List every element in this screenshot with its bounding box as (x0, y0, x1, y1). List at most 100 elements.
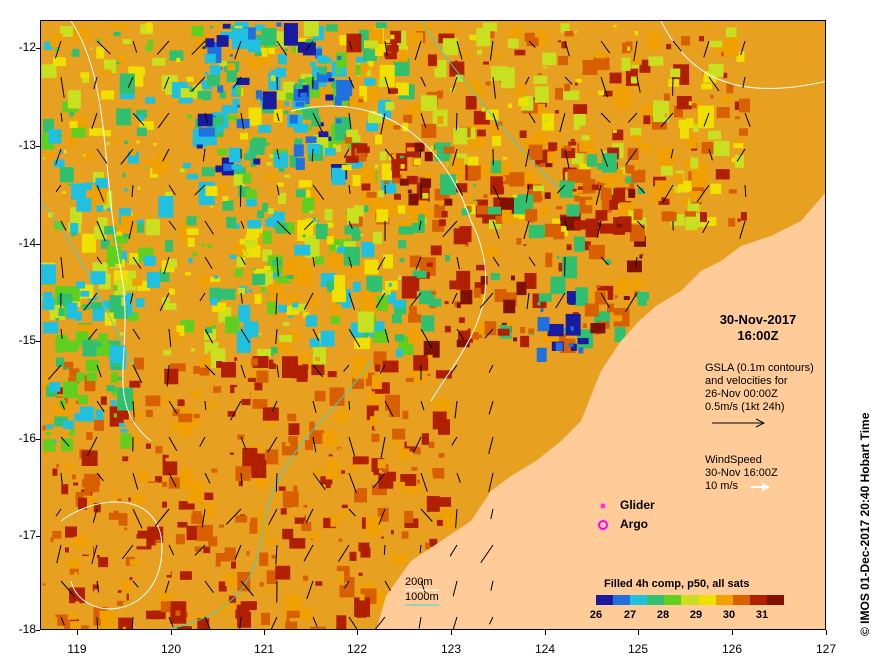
sst-pixel-patch (147, 272, 161, 288)
sst-pixel-patch (701, 83, 713, 90)
sst-pixel-patch (574, 220, 588, 230)
sst-pixel-patch (86, 372, 97, 381)
sst-pixel-patch (352, 456, 369, 465)
colorbar-tick-27: 27 (623, 609, 637, 621)
sst-pixel-patch (185, 373, 200, 387)
sst-pixel-patch (187, 114, 193, 119)
sst-pixel-patch (314, 256, 324, 265)
sst-pixel-patch (287, 294, 298, 303)
sst-pixel-patch (630, 127, 642, 136)
lat-tick-mark (36, 341, 40, 342)
sst-pixel-patch (146, 453, 163, 476)
glider-label: Glider (620, 498, 655, 512)
sst-pixel-patch (379, 469, 383, 473)
sst-pixel-patch (382, 254, 393, 269)
sst-pixel-patch (336, 118, 342, 124)
map-datetime: 30-Nov-2017 16:00Z (710, 312, 806, 344)
sst-pixel-patch (556, 255, 560, 259)
sst-pixel-patch (43, 439, 56, 452)
sst-pixel-patch (540, 308, 544, 312)
sst-pixel-patch (125, 600, 130, 605)
sst-pixel-patch (227, 627, 233, 629)
sst-pixel-patch (516, 281, 527, 296)
sst-map[interactable] (40, 20, 826, 630)
sst-pixel-patch (82, 479, 96, 488)
sst-pixel-patch (166, 442, 170, 447)
sst-pixel-patch (678, 119, 694, 129)
sst-pixel-patch (325, 94, 334, 101)
sst-pixel-patch (136, 140, 140, 144)
sst-pixel-patch (49, 33, 63, 47)
sst-pixel-patch (392, 428, 406, 440)
sst-pixel-patch (502, 157, 508, 160)
sst-pixel-patch (586, 154, 597, 167)
sst-pixel-patch (112, 139, 121, 144)
sst-pixel-patch (236, 604, 242, 612)
sst-pixel-patch (270, 75, 276, 82)
sst-pixel-patch (525, 209, 538, 222)
sst-pixel-patch (63, 149, 67, 154)
sst-pixel-patch (163, 349, 172, 356)
sst-pixel-patch (96, 46, 105, 59)
sst-pixel-patch (608, 276, 612, 281)
sst-pixel-patch (280, 508, 287, 515)
sst-pixel-patch (421, 123, 437, 138)
sst-pixel-patch (286, 610, 300, 619)
colorbar-cell (681, 595, 700, 605)
sst-pixel-patch (564, 83, 571, 92)
sst-pixel-patch (343, 241, 356, 248)
sst-pixel-patch (422, 193, 429, 199)
lon-tick-label: 119 (67, 642, 87, 656)
sst-pixel-patch (293, 123, 308, 133)
sst-pixel-patch (439, 202, 444, 206)
sst-pixel-patch (375, 364, 381, 372)
sst-pixel-patch (523, 244, 527, 246)
sst-pixel-patch (664, 113, 668, 118)
sst-pixel-patch (226, 70, 237, 83)
colorbar-tick-26: 26 (589, 609, 603, 621)
sst-pixel-patch (227, 63, 236, 72)
sst-pixel-patch (623, 296, 630, 301)
sst-pixel-patch (568, 294, 576, 305)
sst-pixel-patch (563, 90, 580, 100)
sst-pixel-patch (264, 142, 270, 146)
sst-pixel-patch (709, 40, 723, 48)
sst-pixel-patch (377, 459, 386, 469)
sst-pixel-patch (643, 143, 652, 153)
sst-pixel-patch (249, 139, 265, 156)
sst-pixel-patch (259, 552, 269, 566)
sst-pixel-patch (143, 255, 156, 266)
sst-pixel-patch (455, 60, 459, 64)
sst-pixel-patch (565, 313, 581, 336)
sst-pixel-patch (186, 76, 194, 82)
sst-pixel-patch (237, 434, 245, 440)
sst-pixel-patch (480, 275, 488, 285)
lon-tick-label: 124 (534, 642, 556, 656)
sst-pixel-patch (487, 206, 502, 215)
sst-pixel-patch (217, 85, 224, 93)
sst-pixel-patch (449, 280, 457, 290)
sst-pixel-patch (681, 36, 691, 46)
sst-pixel-patch (507, 38, 519, 49)
sst-pixel-patch (270, 70, 275, 74)
sst-pixel-patch (205, 185, 218, 197)
lat-tick-label: -15 (18, 333, 36, 347)
sst-pixel-patch (518, 98, 529, 106)
sst-pixel-patch (544, 223, 561, 238)
lat-tick-label: -17 (18, 528, 36, 542)
sst-pixel-patch (250, 358, 258, 366)
sst-pixel-patch (395, 349, 403, 357)
sst-pixel-patch (354, 488, 368, 503)
lat-tick-mark (36, 146, 40, 147)
sst-pixel-patch (337, 55, 342, 60)
sst-pixel-patch (214, 275, 219, 279)
colorbar-cell (749, 595, 768, 605)
sst-pixel-patch (453, 127, 468, 145)
sst-pixel-patch (248, 288, 252, 293)
sst-pixel-patch (692, 124, 699, 133)
sst-pixel-patch (72, 48, 80, 57)
colorbar-cell (596, 595, 614, 605)
sst-pixel-patch (99, 486, 115, 495)
sst-pixel-patch (472, 199, 476, 202)
sst-pixel-patch (441, 210, 448, 218)
